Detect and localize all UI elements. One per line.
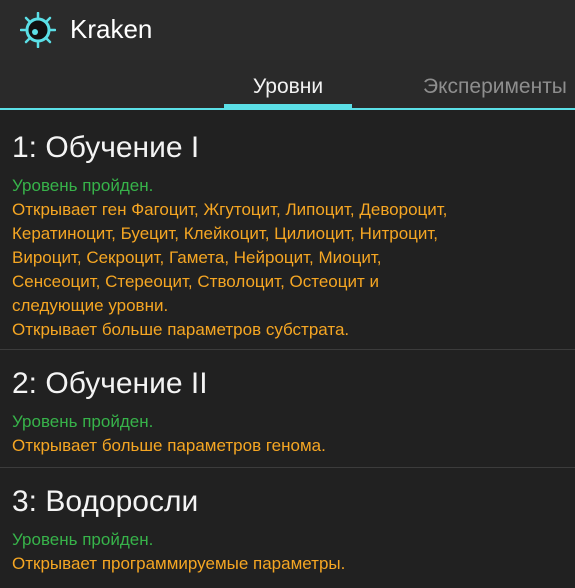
level-description-line: Открывает больше параметров субстрата. bbox=[12, 320, 350, 339]
level-item[interactable]: 3: Водоросли Уровень пройден. Открывает … bbox=[0, 468, 575, 588]
level-description-line: Кератиноцит, Буецит, Клейкоцит, Цилиоцит… bbox=[12, 224, 439, 243]
app-bar: Kraken bbox=[0, 0, 575, 60]
level-description-line: Сенсеоцит, Стереоцит, Стволоцит, Остеоци… bbox=[12, 272, 379, 291]
level-status: Уровень пройден. bbox=[12, 530, 154, 549]
level-description-line: Открывает ген Фагоцит, Жгутоцит, Липоцит… bbox=[12, 200, 448, 219]
kraken-logo-icon[interactable] bbox=[20, 12, 56, 48]
level-title: 2: Обучение II bbox=[12, 367, 208, 400]
level-description-line: Вироцит, Секроцит, Гамета, Нейроцит, Мио… bbox=[12, 248, 382, 267]
tab-levels[interactable]: Уровни bbox=[224, 60, 352, 110]
level-item[interactable]: 1: Обучение I Уровень пройден. Открывает… bbox=[0, 110, 575, 350]
app-title: Kraken bbox=[70, 14, 153, 44]
level-title: 3: Водоросли bbox=[12, 485, 199, 518]
tab-experiments[interactable]: Эксперименты bbox=[423, 60, 567, 110]
level-item[interactable]: 2: Обучение II Уровень пройден. Открывае… bbox=[0, 350, 575, 468]
level-status: Уровень пройден. bbox=[12, 176, 154, 195]
level-status: Уровень пройден. bbox=[12, 412, 154, 431]
level-description-line: Открывает больше параметров генома. bbox=[12, 436, 326, 455]
level-description-line: следующие уровни. bbox=[12, 296, 169, 315]
levels-list: 1: Обучение I Уровень пройден. Открывает… bbox=[0, 110, 575, 588]
level-title: 1: Обучение I bbox=[12, 131, 200, 164]
level-description-line: Открывает программируемые параметры. bbox=[12, 554, 346, 573]
tab-bar: Уровни Эксперименты bbox=[0, 60, 575, 110]
